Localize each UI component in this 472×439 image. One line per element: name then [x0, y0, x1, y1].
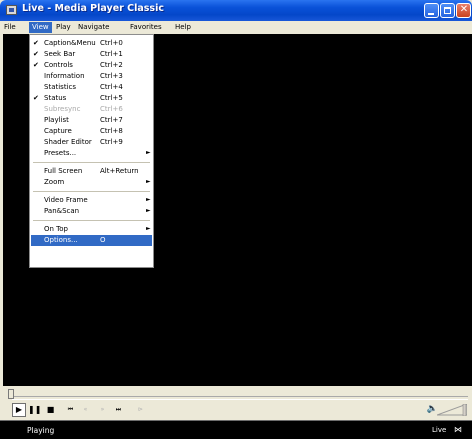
media-player-window: Live - Media Player Classic ✕ File View … — [0, 0, 472, 439]
seek-thumb[interactable] — [8, 389, 14, 399]
pause-icon: ❚❚ — [28, 405, 42, 414]
menu-item-on-top[interactable]: On Top ► — [31, 224, 152, 234]
app-icon[interactable] — [6, 5, 17, 15]
menu-item-information[interactable]: Information Ctrl+3 — [31, 71, 152, 81]
view-menu-dropdown: ✔ Caption&Menu Ctrl+0 ✔ Seek Bar Ctrl+1 … — [29, 34, 154, 268]
menu-item-status[interactable]: ✔ Status Ctrl+5 — [31, 93, 152, 103]
fast-forward-icon: » — [100, 406, 105, 413]
submenu-arrow-icon: ► — [146, 149, 151, 156]
play-icon: ▶ — [15, 405, 23, 414]
fast-forward-button[interactable]: » — [96, 403, 109, 417]
volume-thumb[interactable] — [462, 404, 467, 416]
status-mode: Live — [432, 426, 447, 434]
next-button[interactable]: ⏭ — [112, 403, 125, 417]
stop-icon: ■ — [46, 405, 55, 414]
minimize-button[interactable] — [424, 3, 439, 18]
menu-item-caption-menu[interactable]: ✔ Caption&Menu Ctrl+0 — [31, 38, 152, 48]
close-button[interactable]: ✕ — [456, 3, 471, 18]
menu-item-presets[interactable]: Presets... ► — [31, 148, 152, 158]
status-bar: Playing Live ⋈ — [0, 420, 472, 439]
stop-button[interactable]: ■ — [44, 403, 57, 417]
volume-ramp — [437, 404, 467, 416]
submenu-arrow-icon: ► — [146, 178, 151, 185]
previous-button[interactable]: ⏮ — [64, 403, 77, 417]
network-icon: ⋈ — [454, 425, 462, 434]
menu-separator — [33, 220, 150, 221]
menu-separator — [33, 191, 150, 192]
menu-item-full-screen[interactable]: Full Screen Alt+Return — [31, 166, 152, 176]
window-title: Live - Media Player Classic — [22, 3, 164, 14]
submenu-arrow-icon: ► — [146, 225, 151, 232]
play-button[interactable]: ▶ — [12, 403, 26, 417]
menu-item-zoom[interactable]: Zoom ► — [31, 177, 152, 187]
menu-item-controls[interactable]: ✔ Controls Ctrl+2 — [31, 60, 152, 70]
submenu-arrow-icon: ► — [146, 196, 151, 203]
menu-item-capture[interactable]: Capture Ctrl+8 — [31, 126, 152, 136]
frame-step-icon: ⊳ — [137, 406, 144, 413]
check-icon: ✔ — [33, 50, 39, 58]
check-icon: ✔ — [33, 61, 39, 69]
menu-bar: File View Play Navigate Favorites Help — [0, 21, 472, 34]
menu-play[interactable]: Play — [53, 22, 74, 33]
maximize-button[interactable] — [440, 3, 455, 18]
next-icon: ⏭ — [115, 406, 122, 413]
menu-item-statistics[interactable]: Statistics Ctrl+4 — [31, 82, 152, 92]
pause-button[interactable]: ❚❚ — [28, 403, 41, 417]
minimize-icon — [428, 13, 434, 15]
volume-slider[interactable] — [437, 404, 467, 416]
menu-help[interactable]: Help — [172, 22, 194, 33]
title-bar[interactable]: Live - Media Player Classic ✕ — [0, 0, 472, 21]
menu-item-playlist[interactable]: Playlist Ctrl+7 — [31, 115, 152, 125]
rewind-button[interactable]: « — [79, 403, 92, 417]
close-icon: ✕ — [459, 4, 469, 15]
menu-item-pan-scan[interactable]: Pan&Scan ► — [31, 206, 152, 216]
menu-item-subresync: Subresync Ctrl+6 — [44, 105, 123, 113]
menu-item-video-frame[interactable]: Video Frame ► — [31, 195, 152, 205]
status-text: Playing — [27, 426, 55, 435]
menu-favorites[interactable]: Favorites — [127, 22, 165, 33]
maximize-icon — [444, 7, 451, 14]
menu-item-shader-editor[interactable]: Shader Editor Ctrl+9 — [31, 137, 152, 147]
previous-icon: ⏮ — [67, 406, 74, 413]
rewind-icon: « — [83, 406, 88, 413]
menu-separator — [33, 162, 150, 163]
menu-navigate[interactable]: Navigate — [75, 22, 112, 33]
menu-file[interactable]: File — [1, 22, 19, 33]
check-icon: ✔ — [33, 94, 39, 102]
frame-step-button[interactable]: ⊳ — [134, 403, 147, 417]
menu-item-options[interactable]: Options... O — [31, 235, 152, 246]
menu-item-seek-bar[interactable]: ✔ Seek Bar Ctrl+1 — [31, 49, 152, 59]
menu-view[interactable]: View — [29, 22, 52, 33]
check-icon: ✔ — [33, 39, 39, 47]
submenu-arrow-icon: ► — [146, 207, 151, 214]
